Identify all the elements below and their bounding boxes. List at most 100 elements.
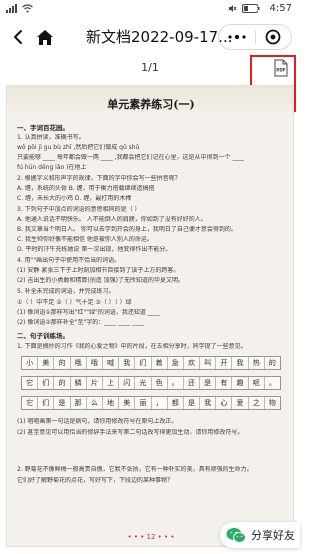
grid-cell: 的	[268, 359, 276, 367]
grid-cell: 热	[249, 357, 265, 369]
target-close-icon	[265, 29, 281, 45]
doc-line: (1) 唱唱画第一句话是病句，请你用修改符号在原句上改正。	[17, 418, 178, 425]
writing-grid-row-1: 小美的哦哦喊我们着急欢叫开我热的	[21, 356, 281, 370]
grid-cell: 色	[152, 377, 168, 389]
grid-cell: 欢	[184, 357, 201, 369]
grid-cell: 光	[135, 377, 152, 389]
grid-cell: 之	[249, 397, 265, 409]
grid-cell: 趣	[232, 377, 249, 389]
grid-cell: 的	[54, 357, 71, 369]
mini-program-capsule	[218, 24, 292, 50]
battery-level: 26	[249, 4, 259, 13]
doc-line: (1) 安静 紧张三下子上时刻加相节目接到了该子上方的跨客。	[17, 267, 180, 274]
doc-line: fú hūn dēng lǎo )在地上	[17, 164, 87, 171]
doc-line: 5. 补全未完成的词语，并完成练习。	[17, 288, 115, 295]
grid-cell: 们	[38, 397, 55, 409]
document-preview: 单元素养练习(一) 一、字词百花园。 1. 认真拼读，准确书写。 wǒ pǒi …	[6, 85, 294, 547]
doc-line: ①（ ）中不足 ②（ ）气十足 ③（ ）（ ）绿	[17, 299, 132, 306]
grid-cell: 地	[103, 397, 120, 409]
doc-line: 2. 根据字义和形声字的规律，下面的字中你会写一些拼音呢？	[17, 175, 181, 182]
doc-line: C. 我生帅你好像不能相信 他是被你人别人的命运。	[17, 236, 153, 243]
grid-cell: 小	[22, 357, 39, 369]
grid-cell: 还	[184, 377, 201, 389]
signal-icon	[6, 3, 18, 13]
grid-cell: 么	[87, 397, 103, 409]
grid-cell: 有	[216, 377, 233, 389]
grid-cell: 美	[119, 397, 136, 409]
wifi-icon	[22, 3, 33, 12]
status-left	[6, 3, 33, 13]
grid-cell: 叫	[200, 357, 217, 369]
doc-line: (1) 像词语①那样写出"红""绿"的词语，我还知道 ____	[17, 309, 160, 316]
grid-cell: 哦	[87, 357, 103, 369]
home-icon	[37, 29, 53, 45]
grid-cell: 我	[200, 397, 217, 409]
status-time: 4:57	[269, 3, 292, 14]
grid-cell: 都	[168, 397, 184, 409]
chevron-left-icon	[14, 30, 22, 44]
wechat-icon	[226, 527, 246, 543]
grid-cell: 。	[268, 379, 276, 387]
grid-cell: 。	[168, 377, 184, 389]
back-button[interactable]	[6, 25, 30, 49]
doc-line: D. 平时的汗牛充栋她说 第一次出现，他变得作出不能分。	[17, 246, 172, 253]
grid-cell: 上	[103, 377, 120, 389]
grid-cell: 喊	[103, 357, 120, 369]
more-button[interactable]	[219, 25, 255, 49]
grid-cell: 我	[119, 357, 136, 369]
doc-line: 二、句子训练场。	[17, 332, 69, 340]
grid-cell: 们	[135, 357, 152, 369]
doc-line: 1. 认真拼读，准确书写。	[17, 134, 85, 141]
grid-cell: 我	[232, 357, 249, 369]
doc-line: 只要能够 ____ 每年都会做一两 ____ ,我都会把它们记在心里，这是从中得…	[17, 154, 245, 161]
grid-cell: 它	[22, 397, 39, 409]
grid-cell: ，	[152, 397, 168, 409]
grid-cell: 美	[38, 357, 55, 369]
grid-cell: 呢	[249, 377, 265, 389]
page-title: 新文档2022-09-17...	[86, 28, 233, 46]
nav-bar: 新文档2022-09-17...	[0, 18, 300, 56]
doc-line: C. 缠，未长大的小鸡 D. 缠，最打用的木棒	[17, 195, 132, 202]
writing-grid-row-2: 它们的鳞片上闪光色。还是有趣呢。	[21, 376, 281, 390]
grid-cell: 急	[168, 357, 184, 369]
doc-line: (2) 像词语②那样补全"至"字的：____ ____ ____	[17, 319, 145, 326]
grid-cell: 片	[87, 377, 103, 389]
grid-cell: 的	[54, 377, 71, 389]
doc-line: 它们好了解野菊花的点花，写好写下，下段边的某种事物？	[17, 477, 174, 484]
grid-cell: 哦	[71, 357, 87, 369]
doc-line: A. 缠，系统的头骨 B. 缠，用于衡力搭载继续造搞搭	[17, 185, 155, 192]
doc-line: 一、字词百花园。	[17, 124, 69, 132]
grid-cell: 开	[216, 357, 233, 369]
grid-cell: 那	[71, 397, 87, 409]
grid-cell: 是	[200, 377, 217, 389]
doc-line: wǒ pǒi jì gu bù zhī ,然后把它们做成 qǔ shǔ	[17, 144, 140, 151]
grid-cell: 们	[38, 377, 55, 389]
mute-icon	[228, 5, 237, 12]
grid-cell: 是	[54, 397, 71, 409]
grid-cell: 心	[216, 397, 233, 409]
grid-cell: 爱	[232, 397, 249, 409]
close-button[interactable]	[255, 25, 291, 49]
grid-cell: 是	[184, 397, 201, 409]
doc-line: 4. 用""画出句子中使用不恰当的词语。	[17, 257, 121, 264]
doc-line: 3. 下列句子中加点的词语的意思相同的是（ ）	[17, 206, 141, 213]
doc-line: 2. 野菊花不像鲜梅一般高贵自傲，它默不张扬，它有一种朴实的美，具有顽强的生命力…	[17, 466, 253, 473]
status-bar: 26 4:57	[0, 0, 300, 18]
status-right: 26 4:57	[228, 3, 292, 14]
home-button[interactable]	[32, 25, 58, 49]
more-dots-icon	[228, 35, 246, 39]
doc-line: A. 他通人说话不明快乐。 人不能倒人的肩膀，你如到了没有好好的人。	[17, 216, 207, 223]
grid-cell: 它	[22, 377, 39, 389]
doc-line: 1. 下面是摘抄的习作《我的心爱之物》中的片段，在五相分享时，同学提了一些意见。	[17, 343, 247, 350]
share-friends-button[interactable]: 分享好友	[220, 522, 300, 548]
doc-line: (2) 甚至意见可以用恰当的修辞手法来写第二句话改写得更加生动，请你用修改符号。	[17, 429, 244, 436]
grid-cell: 着	[152, 357, 168, 369]
share-label: 分享好友	[251, 529, 295, 542]
grid-cell: 闪	[119, 377, 136, 389]
grid-cell: 物	[268, 399, 276, 407]
doc-line: (2) 吉出生的小勇敢和精算(创造 加强)了无所知道的华夏文明。	[17, 277, 184, 284]
grid-cell: 丽	[135, 397, 152, 409]
writing-grid-row-3: 它们是那么地美丽，都是我心爱之物	[21, 396, 281, 410]
grid-cell: 鳞	[71, 377, 87, 389]
doc-line: B. 我文章当个明日人。 你可以去学到开会的身上，我明日了自己便才意会得到的。	[17, 226, 237, 233]
